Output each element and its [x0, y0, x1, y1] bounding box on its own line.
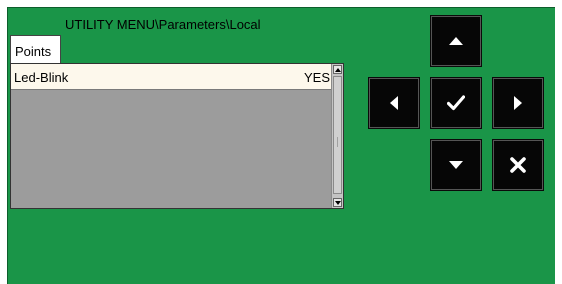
scroll-up-arrow-icon [334, 67, 341, 72]
right-button[interactable] [492, 77, 544, 129]
left-button[interactable] [368, 77, 420, 129]
page-title: UTILITY MENU\Parameters\Local [65, 17, 261, 32]
up-button[interactable] [430, 15, 482, 67]
utility-menu-screen: UTILITY MENU\Parameters\Local Points Led… [7, 7, 555, 284]
arrow-up-icon [449, 37, 463, 45]
scroll-up-button[interactable] [333, 65, 342, 74]
arrow-left-icon [390, 96, 398, 110]
down-button[interactable] [430, 139, 482, 191]
parameters-list: Led-Blink YES [10, 63, 344, 209]
tab-points[interactable]: Points [10, 35, 61, 63]
scroll-down-arrow-icon [334, 200, 341, 205]
confirm-button[interactable] [430, 77, 482, 129]
list-item-value: YES [303, 70, 330, 85]
arrow-down-icon [449, 161, 463, 169]
vertical-scrollbar[interactable] [331, 64, 343, 208]
list-item-name: Led-Blink [14, 70, 69, 85]
scrollbar-thumb[interactable] [333, 76, 342, 194]
scrollbar-grip [337, 137, 341, 147]
checkmark-icon [447, 95, 465, 111]
list-item[interactable]: Led-Blink YES [11, 64, 331, 90]
cross-icon [510, 157, 526, 173]
arrow-right-icon [514, 96, 522, 110]
cancel-button[interactable] [492, 139, 544, 191]
scroll-down-button[interactable] [333, 198, 342, 207]
